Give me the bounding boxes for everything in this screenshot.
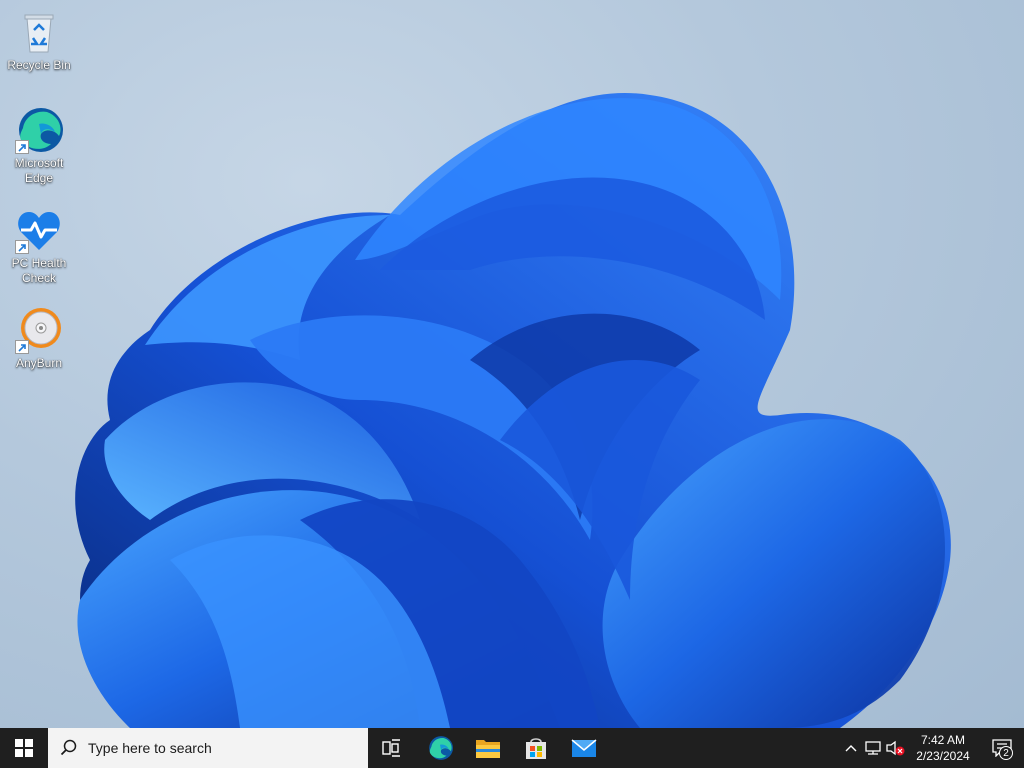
clock[interactable]: 7:42 AM 2/23/2024 [906, 728, 980, 768]
task-view-icon [382, 739, 400, 757]
shortcut-arrow-icon [15, 240, 29, 254]
system-tray: 7:42 AM 2/23/2024 2 [840, 728, 1024, 768]
shortcut-arrow-icon [15, 340, 29, 354]
taskbar-search-box[interactable]: Type here to search [48, 728, 368, 768]
desktop-icon-microsoft-edge[interactable]: Microsoft Edge [4, 106, 74, 186]
taskbar: Type here to search 7:42 AM 2/23/2024 2 [0, 728, 1024, 768]
recycle-bin-icon [15, 8, 63, 56]
network-button[interactable] [862, 728, 884, 768]
desktop-icon-anyburn[interactable]: AnyBurn [4, 306, 74, 371]
show-hidden-icons-button[interactable] [840, 728, 862, 768]
edge-icon [15, 106, 63, 154]
taskbar-mail-button[interactable] [560, 728, 608, 768]
chevron-up-icon [845, 745, 857, 752]
desktop-icon-label: PC Health Check [11, 256, 67, 285]
start-button[interactable] [0, 728, 48, 768]
desktop-icon-label: Microsoft Edge [14, 156, 64, 185]
windows-logo-icon [15, 739, 33, 757]
desktop[interactable]: Recycle Bin Microsoft Edge PC Health Che… [0, 0, 1024, 728]
desktop-icon-label: Recycle Bin [7, 58, 71, 72]
edge-icon [429, 736, 453, 760]
network-icon [865, 741, 881, 755]
pc-health-check-icon [15, 206, 63, 254]
notification-center-button[interactable]: 2 [980, 728, 1024, 768]
anyburn-icon [15, 306, 63, 354]
clock-time: 7:42 AM [920, 733, 966, 747]
shortcut-arrow-icon [15, 140, 29, 154]
search-icon [60, 739, 77, 756]
taskbar-file-explorer-button[interactable] [464, 728, 512, 768]
volume-button[interactable] [884, 728, 906, 768]
volume-muted-icon [886, 740, 905, 756]
desktop-icon-label: AnyBurn [15, 356, 63, 370]
notification-count-badge: 2 [999, 746, 1013, 760]
task-view-button[interactable] [368, 728, 416, 768]
desktop-icon-pc-health-check[interactable]: PC Health Check [4, 206, 74, 286]
clock-date: 2/23/2024 [916, 749, 970, 763]
taskbar-microsoft-store-button[interactable] [512, 728, 560, 768]
mail-icon [571, 739, 597, 757]
taskbar-edge-button[interactable] [416, 728, 464, 768]
wallpaper-bloom [75, 92, 951, 728]
microsoft-store-icon [526, 738, 546, 759]
file-explorer-icon [476, 740, 500, 758]
search-placeholder: Type here to search [88, 740, 212, 756]
desktop-icon-recycle-bin[interactable]: Recycle Bin [4, 8, 74, 73]
